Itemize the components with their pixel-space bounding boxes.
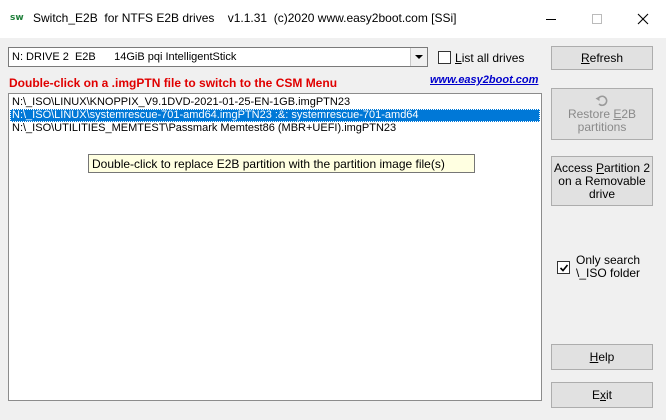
- list-all-drives-label-rest: ist all drives: [461, 51, 525, 65]
- app-icon: sw: [10, 13, 24, 23]
- exit-button[interactable]: Exit: [551, 382, 653, 408]
- maximize-icon: [592, 14, 602, 24]
- list-item[interactable]: N:\_ISO\LINUX\KNOPPIX_V9.1DVD-2021-01-25…: [10, 96, 540, 109]
- chevron-down-icon: [415, 55, 423, 59]
- title-bar: sw Switch_E2B for NTFS E2B drives v1.1.3…: [0, 0, 666, 38]
- help-button[interactable]: Help: [551, 344, 653, 370]
- instruction-text: Double-click on a .imgPTN file to switch…: [9, 76, 338, 90]
- access-label-line1: Access Partition 2: [553, 160, 651, 175]
- list-item-selected[interactable]: N:\_ISO\LINUX\systemrescue-701-amd64.img…: [10, 109, 540, 122]
- only-search-line2: \_ISO folder: [576, 266, 641, 280]
- drive-select[interactable]: N: DRIVE 2 E2B 14GiB pqi IntelligentStic…: [8, 47, 428, 67]
- access-partition-2-button[interactable]: Access Partition 2 on a Removable drive: [551, 156, 653, 206]
- minimize-button[interactable]: [528, 0, 574, 38]
- maximize-button[interactable]: [574, 0, 620, 38]
- drive-select-dropdown-button[interactable]: [410, 48, 427, 66]
- help-label: Help: [589, 349, 615, 364]
- list-all-drives-label[interactable]: List all drives: [455, 51, 524, 65]
- access-label-line3: drive: [588, 186, 615, 201]
- restore-icon: [595, 94, 608, 106]
- website-link[interactable]: www.easy2boot.com: [430, 74, 538, 86]
- checkmark-icon: [559, 263, 568, 272]
- file-list[interactable]: N:\_ISO\LINUX\KNOPPIX_V9.1DVD-2021-01-25…: [8, 93, 542, 401]
- close-icon: [637, 13, 649, 25]
- close-button[interactable]: [620, 0, 666, 38]
- only-search-iso-checkbox[interactable]: [557, 261, 570, 274]
- tooltip: Double-click to replace E2B partition wi…: [88, 154, 475, 173]
- refresh-label: Refresh: [580, 50, 624, 65]
- access-label-line2: on a Removable: [558, 173, 646, 188]
- exit-label: Exit: [591, 387, 612, 402]
- restore-label-line1: Restore E2B: [567, 106, 637, 121]
- list-item[interactable]: N:\_ISO\UTILITIES_MEMTEST\Passmark Memte…: [10, 122, 540, 135]
- only-search-label[interactable]: Only search \_ISO folder: [576, 254, 640, 280]
- restore-e2b-partitions-button[interactable]: Restore E2B partitions: [551, 88, 653, 140]
- window-title: Switch_E2B for NTFS E2B drives v1.1.31 (…: [33, 11, 457, 25]
- main-panel: N: DRIVE 2 E2B 14GiB pqi IntelligentStic…: [0, 38, 666, 420]
- list-all-drives-checkbox[interactable]: [438, 51, 451, 64]
- restore-label-line2: partitions: [577, 119, 627, 134]
- refresh-button[interactable]: Refresh: [551, 46, 653, 70]
- drive-select-value: N: DRIVE 2 E2B 14GiB pqi IntelligentStic…: [12, 51, 237, 63]
- minimize-icon: [546, 18, 556, 20]
